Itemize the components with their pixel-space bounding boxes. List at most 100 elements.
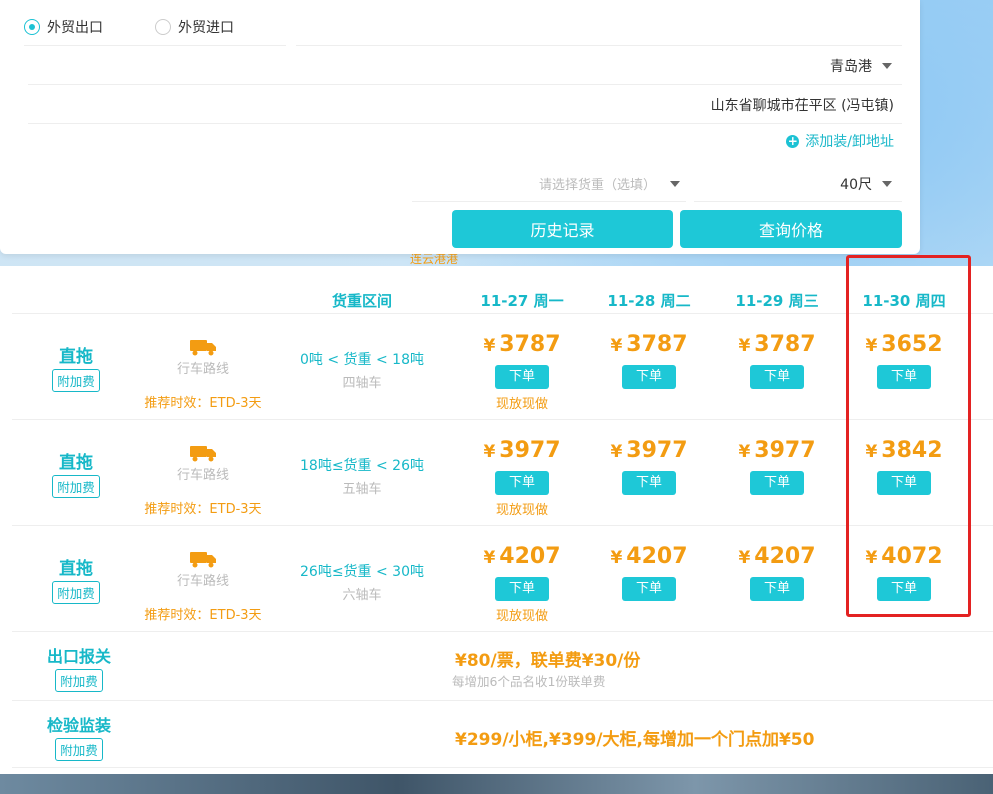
- price-cell: ¥3977 下单: [717, 438, 837, 495]
- caret-down-icon: [670, 180, 680, 187]
- date-header[interactable]: 11-27 周一: [462, 290, 582, 311]
- weight-range-cell: 26吨≤货重 < 30吨 六轴车: [282, 561, 442, 603]
- axle-type: 四轴车: [342, 376, 382, 391]
- address-field[interactable]: 山东省聊城市茌平区 (冯屯镇): [28, 86, 902, 124]
- price-cell: ¥4207 下单: [589, 544, 709, 601]
- price-value: 3787: [754, 332, 816, 357]
- surcharge-button[interactable]: 附加费: [52, 581, 100, 604]
- currency-symbol: ¥: [610, 336, 623, 356]
- availability-note: 现放现做: [495, 397, 548, 412]
- price: ¥3787: [717, 332, 837, 359]
- radio-export-label: 外贸出口: [47, 19, 103, 36]
- route-link[interactable]: 行车路线: [140, 570, 266, 589]
- currency-symbol: ¥: [483, 336, 496, 356]
- route-info: 行车路线 推荐时效：ETD-3天: [140, 550, 266, 623]
- fee-export-customs: 出口报关 附加费: [38, 643, 120, 692]
- radio-import[interactable]: 外贸进口: [155, 17, 234, 37]
- axle-type: 六轴车: [342, 588, 382, 603]
- price-value: 3977: [626, 438, 688, 463]
- price: ¥4207: [717, 544, 837, 571]
- divider: [12, 700, 993, 701]
- fee-export-customs-note: 每增加6个品名收1份联单费: [452, 674, 606, 689]
- weight-range-cell: 0吨 < 货重 < 18吨 四轴车: [282, 349, 442, 391]
- origin-input[interactable]: [296, 8, 902, 46]
- transport-type-name: 直拖: [59, 453, 93, 473]
- order-button[interactable]: 下单: [750, 577, 804, 601]
- caret-down-icon: [882, 180, 892, 187]
- price-value: 4207: [499, 544, 561, 569]
- surcharge-button[interactable]: 附加费: [55, 738, 103, 761]
- order-button[interactable]: 下单: [495, 577, 549, 601]
- route-info: 行车路线 推荐时效：ETD-3天: [140, 444, 266, 517]
- recommended-eta: 推荐时效：ETD-3天: [144, 608, 262, 623]
- price-value: 4207: [626, 544, 688, 569]
- price: ¥4207: [589, 544, 709, 571]
- price: ¥3787: [462, 332, 582, 359]
- price: ¥4207: [462, 544, 582, 571]
- weight-range-cell: 18吨≤货重 < 26吨 五轴车: [282, 455, 442, 497]
- fee-title: 出口报关: [46, 647, 111, 666]
- route-link[interactable]: 行车路线: [140, 464, 266, 483]
- recommended-eta: 推荐时效：ETD-3天: [144, 396, 262, 411]
- price: ¥3977: [589, 438, 709, 465]
- truck-icon[interactable]: [189, 444, 217, 462]
- weight-range: 26吨≤货重 < 30吨: [300, 564, 424, 580]
- currency-symbol: ¥: [610, 548, 623, 568]
- order-button[interactable]: 下单: [750, 471, 804, 495]
- price-value: 3787: [626, 332, 688, 357]
- availability-note: 现放现做: [495, 609, 548, 624]
- currency-symbol: ¥: [738, 548, 751, 568]
- port-select[interactable]: 青岛港: [28, 47, 902, 85]
- add-address-link[interactable]: + 添加装/卸地址: [786, 131, 894, 151]
- transport-type: 直拖 附加费: [36, 448, 116, 498]
- surcharge-button[interactable]: 附加费: [55, 669, 103, 692]
- order-button[interactable]: 下单: [622, 471, 676, 495]
- order-button[interactable]: 下单: [495, 471, 549, 495]
- search-form: 外贸出口 外贸进口 青岛港 山东省聊城市茌平区 (冯屯镇) + 添加装/卸地址 …: [0, 0, 920, 254]
- truck-icon[interactable]: [189, 338, 217, 356]
- price-value: 3977: [754, 438, 816, 463]
- order-button[interactable]: 下单: [495, 365, 549, 389]
- radio-export[interactable]: 外贸出口: [24, 17, 103, 37]
- price-cell: ¥4207 下单 现放现做: [462, 544, 582, 624]
- background-footer-image: [0, 774, 993, 794]
- container-size-select[interactable]: 40尺: [694, 166, 902, 202]
- trade-type-radio-group: 外贸出口 外贸进口: [24, 8, 286, 46]
- radio-unchecked-icon: [155, 18, 171, 35]
- radio-import-label: 外贸进口: [178, 19, 234, 36]
- surcharge-button[interactable]: 附加费: [52, 369, 100, 392]
- address-value: 山东省聊城市茌平区 (冯屯镇): [710, 97, 894, 114]
- route-link[interactable]: 行车路线: [140, 358, 266, 377]
- transport-type: 直拖 附加费: [36, 342, 116, 392]
- transport-type-name: 直拖: [59, 347, 93, 367]
- order-button[interactable]: 下单: [622, 577, 676, 601]
- transport-type: 直拖 附加费: [36, 554, 116, 604]
- currency-symbol: ¥: [483, 442, 496, 462]
- date-header[interactable]: 11-28 周二: [589, 290, 709, 311]
- highlighted-column-box: [846, 255, 971, 617]
- query-price-button[interactable]: 查询价格: [680, 210, 902, 248]
- price-cell: ¥3787 下单: [589, 332, 709, 389]
- container-size-value: 40尺: [840, 176, 872, 193]
- axle-type: 五轴车: [342, 482, 382, 497]
- caret-down-icon: [882, 62, 892, 69]
- truck-icon[interactable]: [189, 550, 217, 568]
- order-button[interactable]: 下单: [622, 365, 676, 389]
- fee-title: 检验监装: [46, 716, 111, 735]
- order-button[interactable]: 下单: [750, 365, 804, 389]
- recommended-eta: 推荐时效：ETD-3天: [144, 502, 262, 517]
- history-button[interactable]: 历史记录: [452, 210, 673, 248]
- fee-export-customs-price: ¥80/票，联单费¥30/份: [455, 651, 641, 671]
- date-header[interactable]: 11-29 周三: [717, 290, 837, 311]
- add-address-label: 添加装/卸地址: [805, 134, 894, 150]
- price-value: 4207: [754, 544, 816, 569]
- route-info: 行车路线 推荐时效：ETD-3天: [140, 338, 266, 411]
- fee-inspection-price: ¥299/小柜,¥399/大柜,每增加一个门点加¥50: [455, 730, 815, 750]
- radio-checked-icon: [24, 18, 40, 35]
- divider: [12, 631, 993, 632]
- plus-circle-icon: +: [786, 133, 800, 148]
- cargo-weight-select[interactable]: 请选择货重（选填）: [412, 166, 686, 202]
- surcharge-button[interactable]: 附加费: [52, 475, 100, 498]
- price: ¥3977: [717, 438, 837, 465]
- price-value: 3787: [499, 332, 561, 357]
